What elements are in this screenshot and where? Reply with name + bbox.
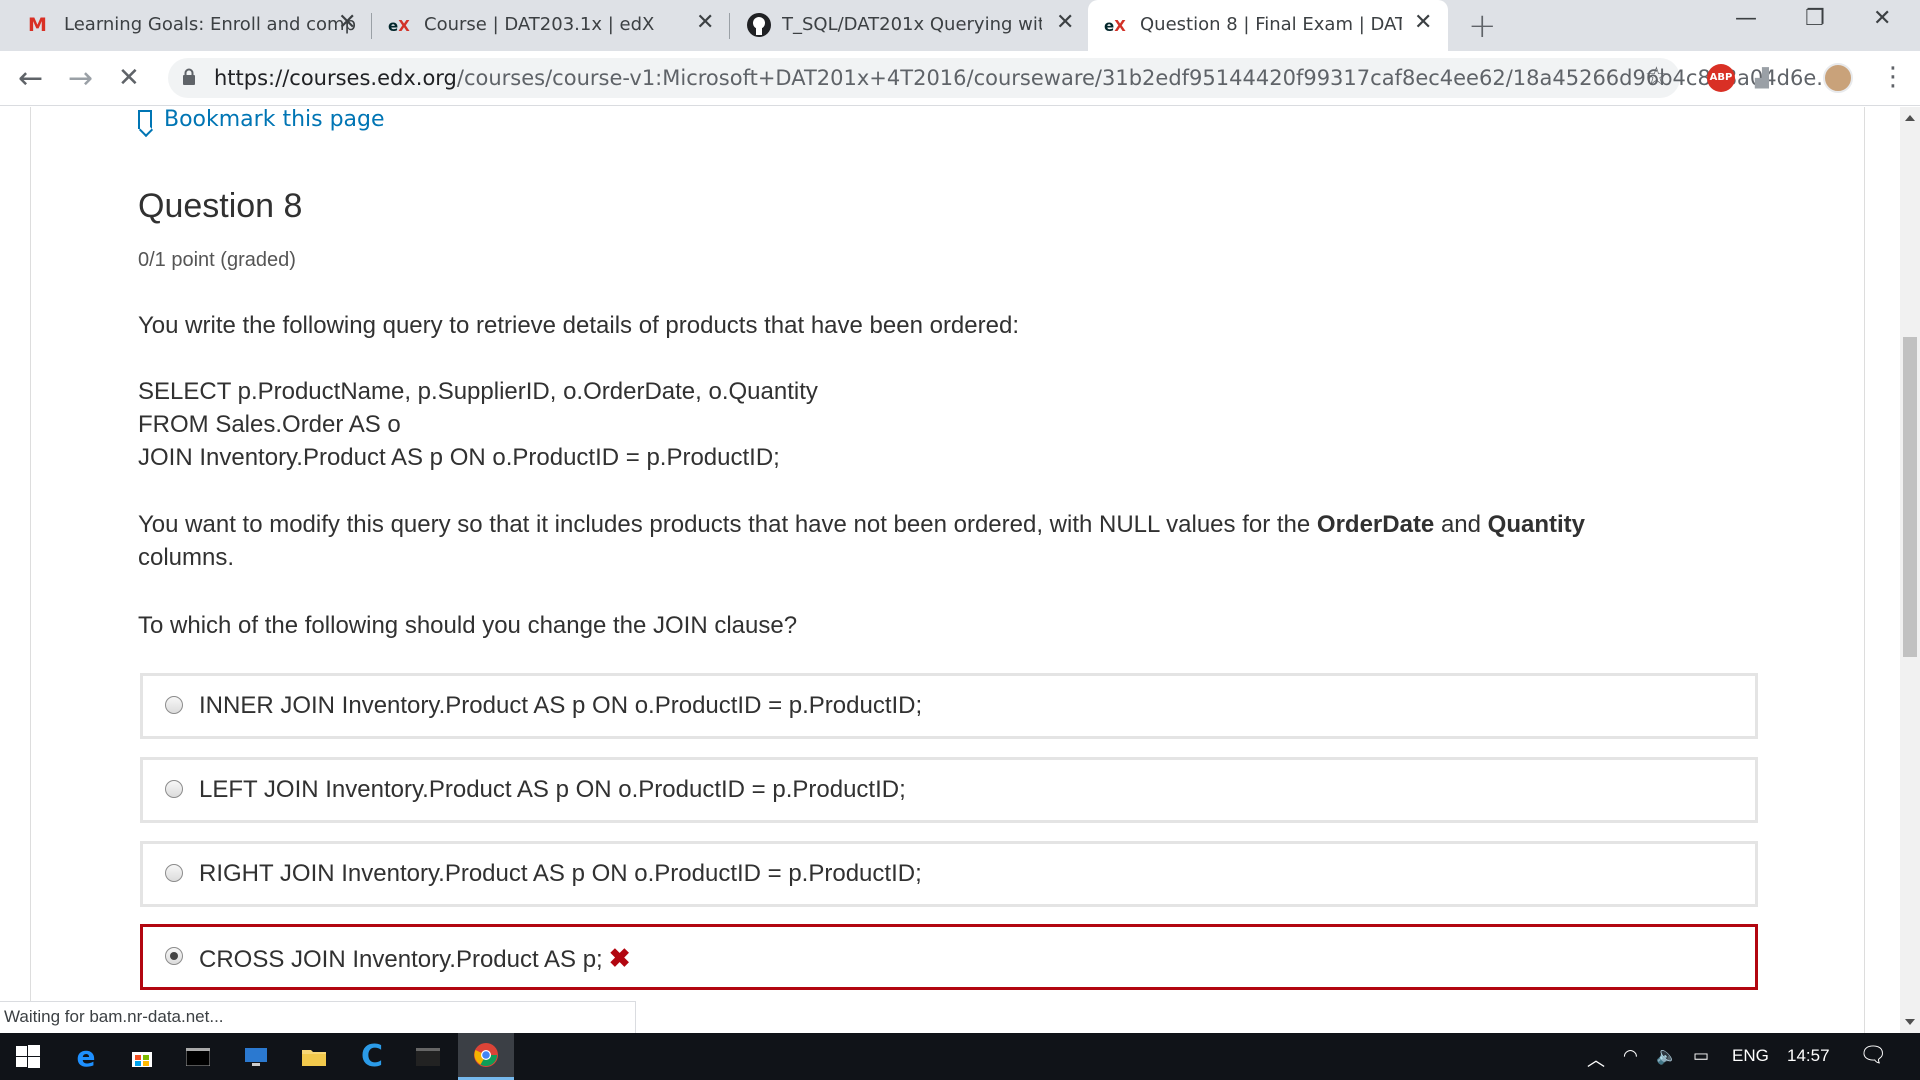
- choice-label: INNER JOIN Inventory.Product AS p ON o.P…: [199, 692, 923, 719]
- forward-button[interactable]: →: [68, 61, 93, 96]
- bookmark-label: Bookmark this page: [164, 107, 385, 132]
- close-window-button[interactable]: ✕: [1873, 6, 1891, 31]
- close-icon[interactable]: ✕: [338, 10, 356, 35]
- extension-icon[interactable]: ▟: [1755, 68, 1769, 89]
- choice-cross-join[interactable]: CROSS JOIN Inventory.Product AS p; ✖: [140, 924, 1758, 990]
- close-icon[interactable]: ✕: [1414, 10, 1432, 35]
- content-border: [30, 107, 31, 1033]
- page-scrollbar[interactable]: [1900, 107, 1920, 1033]
- url-text: https://courses.edx.org/courses/course-v…: [214, 66, 1836, 90]
- choice-label: LEFT JOIN Inventory.Product AS p ON o.Pr…: [199, 776, 906, 803]
- query-line: JOIN Inventory.Product AS p ON o.Product…: [138, 444, 780, 471]
- edx-icon: eX: [388, 17, 410, 35]
- course-page: Bookmark this page Question 8 0/1 point …: [0, 107, 1900, 1033]
- quantity-bold: Quantity: [1487, 511, 1586, 538]
- radio-button[interactable]: [165, 780, 183, 798]
- modify-suffix: columns.: [138, 544, 235, 571]
- chrome-icon[interactable]: [458, 1033, 514, 1080]
- close-icon[interactable]: ✕: [1056, 10, 1074, 35]
- bookmark-star-icon[interactable]: ☆: [1645, 62, 1668, 92]
- question-modify-text: You want to modify this query so that it…: [138, 508, 1778, 574]
- tab-strip: M Learning Goals: Enroll and compl ✕ eX …: [0, 0, 1920, 51]
- file-explorer-icon[interactable]: [286, 1033, 342, 1080]
- tab-question-8[interactable]: eX Question 8 | Final Exam | DAT201 ✕: [1088, 0, 1448, 51]
- volume-icon[interactable]: 🔈: [1656, 1046, 1677, 1066]
- scroll-thumb[interactable]: [1903, 337, 1917, 657]
- url-path: /courses/course-v1:Microsoft+DAT201x+4T2…: [456, 66, 1837, 90]
- clock[interactable]: 14:57: [1787, 1046, 1830, 1066]
- question-title: Question 8: [138, 187, 303, 225]
- question-points: 0/1 point (graded): [138, 249, 296, 271]
- back-button[interactable]: ←: [18, 61, 43, 96]
- profile-avatar[interactable]: [1823, 63, 1853, 93]
- query-line: FROM Sales.Order AS o: [138, 411, 401, 438]
- ccleaner-icon[interactable]: C: [344, 1033, 400, 1080]
- github-icon: [746, 12, 772, 43]
- tab-course[interactable]: eX Course | DAT203.1x | edX ✕: [372, 0, 728, 51]
- powershell-icon[interactable]: [400, 1033, 456, 1080]
- close-icon[interactable]: ✕: [696, 10, 714, 35]
- tab-title: T_SQL/DAT201x Querying with Tr: [782, 14, 1042, 35]
- restore-button[interactable]: ❐: [1805, 6, 1825, 31]
- language-indicator[interactable]: ENG: [1732, 1046, 1769, 1066]
- sql-query: SELECT p.ProductName, p.SupplierID, o.Or…: [138, 375, 1778, 474]
- status-bubble: Waiting for bam.nr-data.net...: [0, 1001, 636, 1033]
- choice-label: CROSS JOIN Inventory.Product AS p; ✖: [199, 943, 631, 974]
- scroll-down-icon[interactable]: [1905, 1019, 1915, 1025]
- tab-title: Learning Goals: Enroll and compl: [64, 14, 356, 35]
- lock-icon: [182, 68, 196, 86]
- edge-icon[interactable]: e: [58, 1033, 114, 1080]
- bookmark-link[interactable]: Bookmark this page: [138, 107, 385, 132]
- radio-button-selected[interactable]: [165, 947, 183, 965]
- tab-title: Question 8 | Final Exam | DAT201: [1140, 14, 1402, 35]
- choice-right-join[interactable]: RIGHT JOIN Inventory.Product AS p ON o.P…: [140, 841, 1758, 907]
- tab-title: Course | DAT203.1x | edX: [424, 14, 655, 35]
- new-tab-button[interactable]: +: [1468, 6, 1497, 46]
- remote-desktop-icon[interactable]: [228, 1033, 284, 1080]
- question-intro: You write the following query to retriev…: [138, 312, 1019, 339]
- modify-prefix: You want to modify this query so that it…: [138, 511, 1317, 538]
- tab-github[interactable]: T_SQL/DAT201x Querying with Tr ✕: [730, 0, 1086, 51]
- tab-gmail[interactable]: M Learning Goals: Enroll and compl ✕: [0, 0, 370, 51]
- choice-inner-join[interactable]: INNER JOIN Inventory.Product AS p ON o.P…: [140, 673, 1758, 739]
- choice-text: CROSS JOIN Inventory.Product AS p;: [199, 946, 603, 973]
- orderdate-bold: OrderDate: [1316, 511, 1435, 538]
- radio-button[interactable]: [165, 696, 183, 714]
- question-prompt: To which of the following should you cha…: [138, 612, 798, 639]
- browser-toolbar: ← → ✕ https://courses.edx.org/courses/co…: [0, 51, 1920, 106]
- edx-icon: eX: [1104, 17, 1126, 35]
- url-host: https://courses.edx.org: [214, 66, 457, 90]
- choice-label: RIGHT JOIN Inventory.Product AS p ON o.P…: [199, 860, 922, 887]
- terminal-icon[interactable]: [170, 1033, 226, 1080]
- query-line: SELECT p.ProductName, p.SupplierID, o.Or…: [138, 378, 818, 405]
- modify-and: and: [1434, 511, 1488, 538]
- adblock-plus-icon[interactable]: ABP: [1707, 64, 1735, 92]
- windows-start-icon[interactable]: [0, 1033, 56, 1080]
- bookmark-icon: [138, 110, 152, 129]
- windows-taskbar: e C ︿ ◠ 🔈 ▭ ENG 14:57 🗨: [0, 1033, 1920, 1080]
- scroll-up-icon[interactable]: [1905, 115, 1915, 121]
- gmail-icon: M: [28, 14, 47, 36]
- content-border: [1864, 107, 1865, 1033]
- incorrect-icon: ✖: [608, 943, 631, 973]
- choice-left-join[interactable]: LEFT JOIN Inventory.Product AS p ON o.Pr…: [140, 757, 1758, 823]
- notifications-icon[interactable]: 🗨: [1859, 1042, 1887, 1068]
- kebab-menu-icon[interactable]: ⋮: [1880, 62, 1906, 92]
- store-icon[interactable]: [114, 1033, 170, 1080]
- battery-icon[interactable]: ▭: [1693, 1046, 1709, 1066]
- radio-button[interactable]: [165, 864, 183, 882]
- wifi-icon[interactable]: ◠: [1623, 1046, 1638, 1066]
- stop-loading-button[interactable]: ✕: [118, 63, 140, 93]
- address-bar[interactable]: https://courses.edx.org/courses/course-v…: [168, 58, 1836, 98]
- show-hidden-icons-icon[interactable]: ︿: [1587, 1046, 1605, 1072]
- minimize-button[interactable]: —: [1735, 6, 1757, 31]
